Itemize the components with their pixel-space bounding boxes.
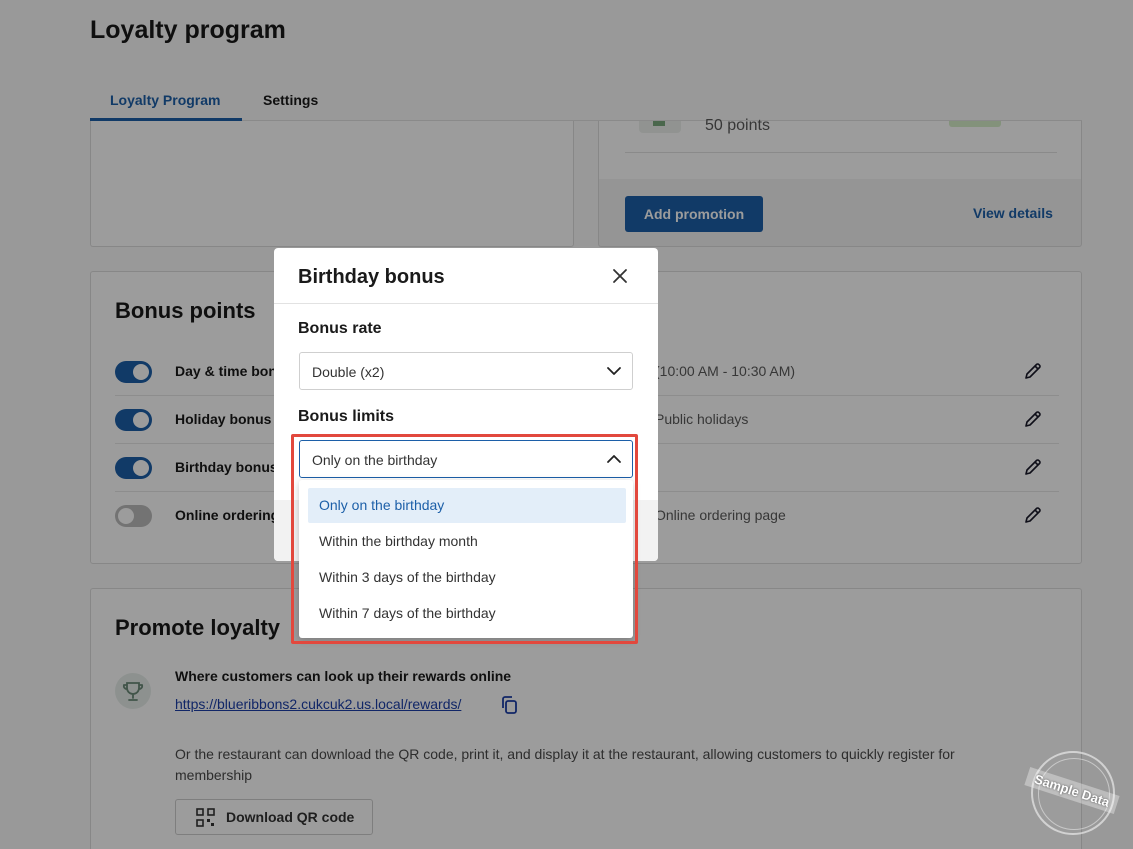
divider [274,303,658,304]
dialog-title: Birthday bonus [298,266,445,288]
bonus-limits-label: Bonus limits [298,408,395,425]
chevron-down-icon [607,367,621,375]
bonus-rate-label: Bonus rate [298,320,382,337]
bonus-rate-select[interactable]: Double (x2) [299,352,633,390]
bonus-rate-value: Double (x2) [312,364,385,380]
close-icon[interactable] [610,266,630,286]
highlight-box [291,434,638,644]
watermark-text: Sample Data [1024,766,1120,815]
sample-data-watermark: Sample Data [1024,751,1120,835]
